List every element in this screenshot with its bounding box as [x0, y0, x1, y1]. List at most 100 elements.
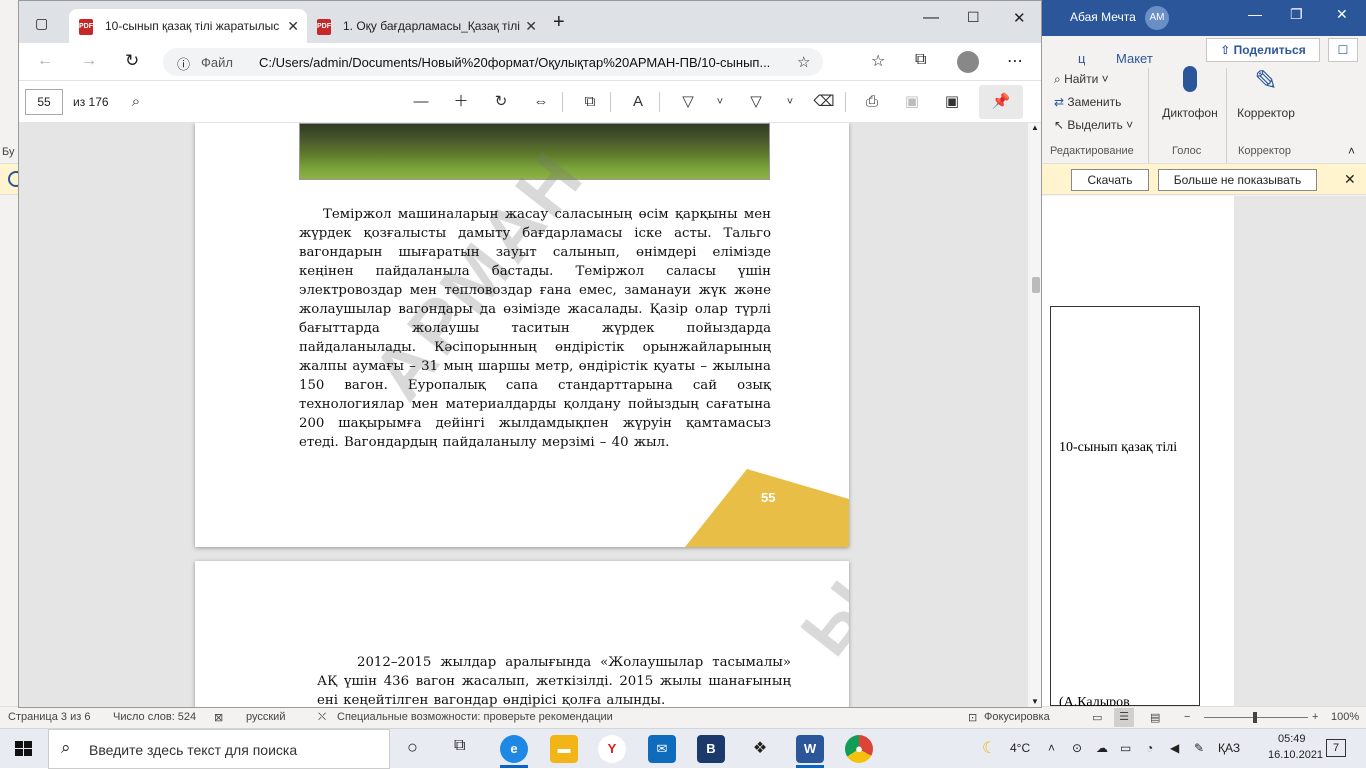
input-language[interactable]: ҚАЗ: [1218, 741, 1240, 755]
onedrive-icon[interactable]: ☁: [1096, 741, 1108, 755]
page-view-icon[interactable]: ⧉: [579, 91, 601, 113]
read-aloud-icon[interactable]: A: [627, 91, 649, 113]
address-url[interactable]: C:/Users/admin/Documents/Новый%20формат/…: [259, 55, 815, 70]
clock-date[interactable]: 16.10.2021: [1268, 749, 1323, 761]
editor-button[interactable]: ✎ Корректор: [1234, 66, 1298, 121]
edge-icon[interactable]: e: [500, 735, 528, 763]
find-button[interactable]: ⌕ Найти ˅: [1054, 72, 1109, 87]
dictate-button[interactable]: Диктофон: [1162, 66, 1218, 120]
word-icon[interactable]: W: [796, 735, 824, 763]
accessibility-status[interactable]: Специальные возможности: проверьте реком…: [337, 711, 613, 723]
new-tab-button[interactable]: +: [553, 11, 565, 34]
dropbox-icon[interactable]: ❖: [746, 735, 774, 763]
restore-icon[interactable]: ❐: [1290, 6, 1303, 23]
share-label: Поделиться: [1233, 43, 1306, 57]
tab-actions-icon[interactable]: ▢: [35, 15, 48, 32]
pin-icon[interactable]: 📌: [979, 85, 1023, 119]
task-view-icon[interactable]: ⧉: [454, 737, 465, 755]
yandex-icon[interactable]: Y: [598, 735, 626, 763]
select-button[interactable]: ↖ Выделить ˅: [1054, 118, 1133, 132]
add-favorite-icon[interactable]: ☆: [797, 53, 810, 71]
close-icon[interactable]: ✕: [283, 9, 299, 43]
replace-button[interactable]: ⇄ Заменить: [1054, 95, 1121, 109]
zoom-out-icon[interactable]: —: [410, 91, 432, 113]
zoom-level[interactable]: 100%: [1331, 711, 1359, 723]
focus-mode[interactable]: Фокусировка: [984, 711, 1050, 723]
page-number-input[interactable]: 55: [25, 89, 63, 115]
save-as-icon[interactable]: ▣: [941, 91, 963, 113]
draw-icon[interactable]: ▽: [677, 91, 699, 113]
back-icon[interactable]: ←: [37, 52, 53, 70]
wifi-icon[interactable]: ◔: [1146, 741, 1153, 755]
file-explorer-icon[interactable]: ▬: [550, 735, 578, 763]
proofing-icon[interactable]: ⊠: [214, 711, 223, 724]
tab-pdf-2[interactable]: PDF 1. Оқу бағдарламасы_Қазақ тілі ✕: [307, 9, 545, 43]
avatar[interactable]: АМ: [1145, 6, 1169, 30]
search-icon[interactable]: ⌕: [125, 91, 147, 113]
tab-partial[interactable]: ц: [1042, 42, 1085, 76]
app-b-icon[interactable]: B: [697, 735, 725, 763]
scrollbar-thumb[interactable]: [1032, 277, 1040, 293]
web-layout-icon[interactable]: ▤: [1150, 711, 1160, 724]
collapse-ribbon-icon[interactable]: ˄: [1348, 144, 1355, 158]
scroll-down-icon[interactable]: ▼: [1031, 697, 1039, 706]
close-icon[interactable]: ✕: [1013, 9, 1026, 27]
rotate-icon[interactable]: ↻: [490, 91, 512, 113]
print-icon[interactable]: ⎙: [861, 91, 883, 113]
download-button[interactable]: Скачать: [1071, 169, 1149, 191]
chevron-down-icon: ˅: [1122, 118, 1134, 132]
page-count[interactable]: Страница 3 из 6: [8, 711, 90, 723]
print-layout-icon[interactable]: ☰: [1114, 708, 1134, 727]
minimize-icon[interactable]: —: [923, 9, 939, 27]
taskbar-search[interactable]: ⌕ Введите здесь текст для поиска: [48, 729, 390, 769]
close-icon[interactable]: ✕: [521, 9, 537, 43]
address-field[interactable]: ⓘ Файл C:/Users/admin/Documents/Новый%20…: [163, 48, 823, 76]
word-user-name[interactable]: Абая Мечта: [1070, 10, 1136, 24]
erase-icon[interactable]: ⌫: [813, 91, 835, 113]
read-mode-icon[interactable]: ▭: [1092, 711, 1102, 724]
profile-icon[interactable]: [957, 51, 979, 73]
table-cell-text[interactable]: 10-сынып қазақ тілі: [1059, 439, 1179, 457]
zoom-in-button[interactable]: +: [1312, 711, 1318, 723]
zoom-slider-thumb[interactable]: [1253, 712, 1257, 723]
forward-icon[interactable]: →: [81, 52, 97, 70]
favorites-icon[interactable]: ☆: [871, 51, 885, 71]
clock-time[interactable]: 05:49: [1278, 733, 1306, 745]
maximize-icon[interactable]: ☐: [967, 9, 980, 26]
battery-icon[interactable]: ▭: [1120, 741, 1131, 755]
weather-icon[interactable]: ☾: [982, 738, 996, 758]
zoom-in-icon[interactable]: ＋: [450, 91, 472, 113]
volume-icon[interactable]: ◀: [1170, 741, 1179, 755]
close-icon[interactable]: ✕: [1344, 171, 1356, 188]
minimize-icon[interactable]: —: [1248, 6, 1262, 22]
webcam-icon[interactable]: ⊙: [1072, 741, 1082, 755]
highlight-icon[interactable]: ▽: [745, 91, 767, 113]
comment-button[interactable]: ☐: [1328, 38, 1358, 62]
mail-icon[interactable]: ✉: [648, 735, 676, 763]
chevron-down-icon[interactable]: ˅: [779, 91, 801, 113]
word-count[interactable]: Число слов: 524: [113, 711, 196, 723]
language[interactable]: русский: [246, 711, 285, 723]
pen-tray-icon[interactable]: ✎: [1194, 741, 1204, 755]
tab-pdf-active[interactable]: PDF 10-сынып қазақ тілі жаратылыс ✕: [69, 9, 307, 43]
tab-layout[interactable]: Макет: [1080, 42, 1153, 76]
refresh-icon[interactable]: ↻: [125, 51, 139, 71]
scroll-up-icon[interactable]: ▲: [1031, 123, 1039, 132]
zoom-out-button[interactable]: −: [1184, 711, 1190, 723]
windows-start-icon[interactable]: [15, 741, 33, 757]
save-icon[interactable]: ▣: [901, 91, 923, 113]
info-icon[interactable]: ⓘ: [177, 54, 190, 73]
weather-temp[interactable]: 4°C: [1010, 741, 1030, 755]
scrollbar[interactable]: ▲ ▼: [1028, 123, 1041, 707]
share-button[interactable]: ⇧ Поделиться: [1206, 38, 1320, 62]
close-icon[interactable]: ✕: [1336, 6, 1348, 23]
dismiss-button[interactable]: Больше не показывать: [1158, 169, 1317, 191]
chrome-icon[interactable]: ●: [845, 735, 873, 763]
chevron-up-icon[interactable]: ˄: [1048, 741, 1055, 755]
more-menu-icon[interactable]: ⋯: [1007, 51, 1023, 71]
notifications-icon[interactable]: 7: [1326, 739, 1346, 757]
cortana-icon[interactable]: ○: [407, 737, 418, 758]
fit-width-icon[interactable]: ⇔: [530, 91, 552, 113]
chevron-down-icon[interactable]: ˅: [709, 91, 731, 113]
collections-icon[interactable]: ⧉: [915, 51, 926, 69]
